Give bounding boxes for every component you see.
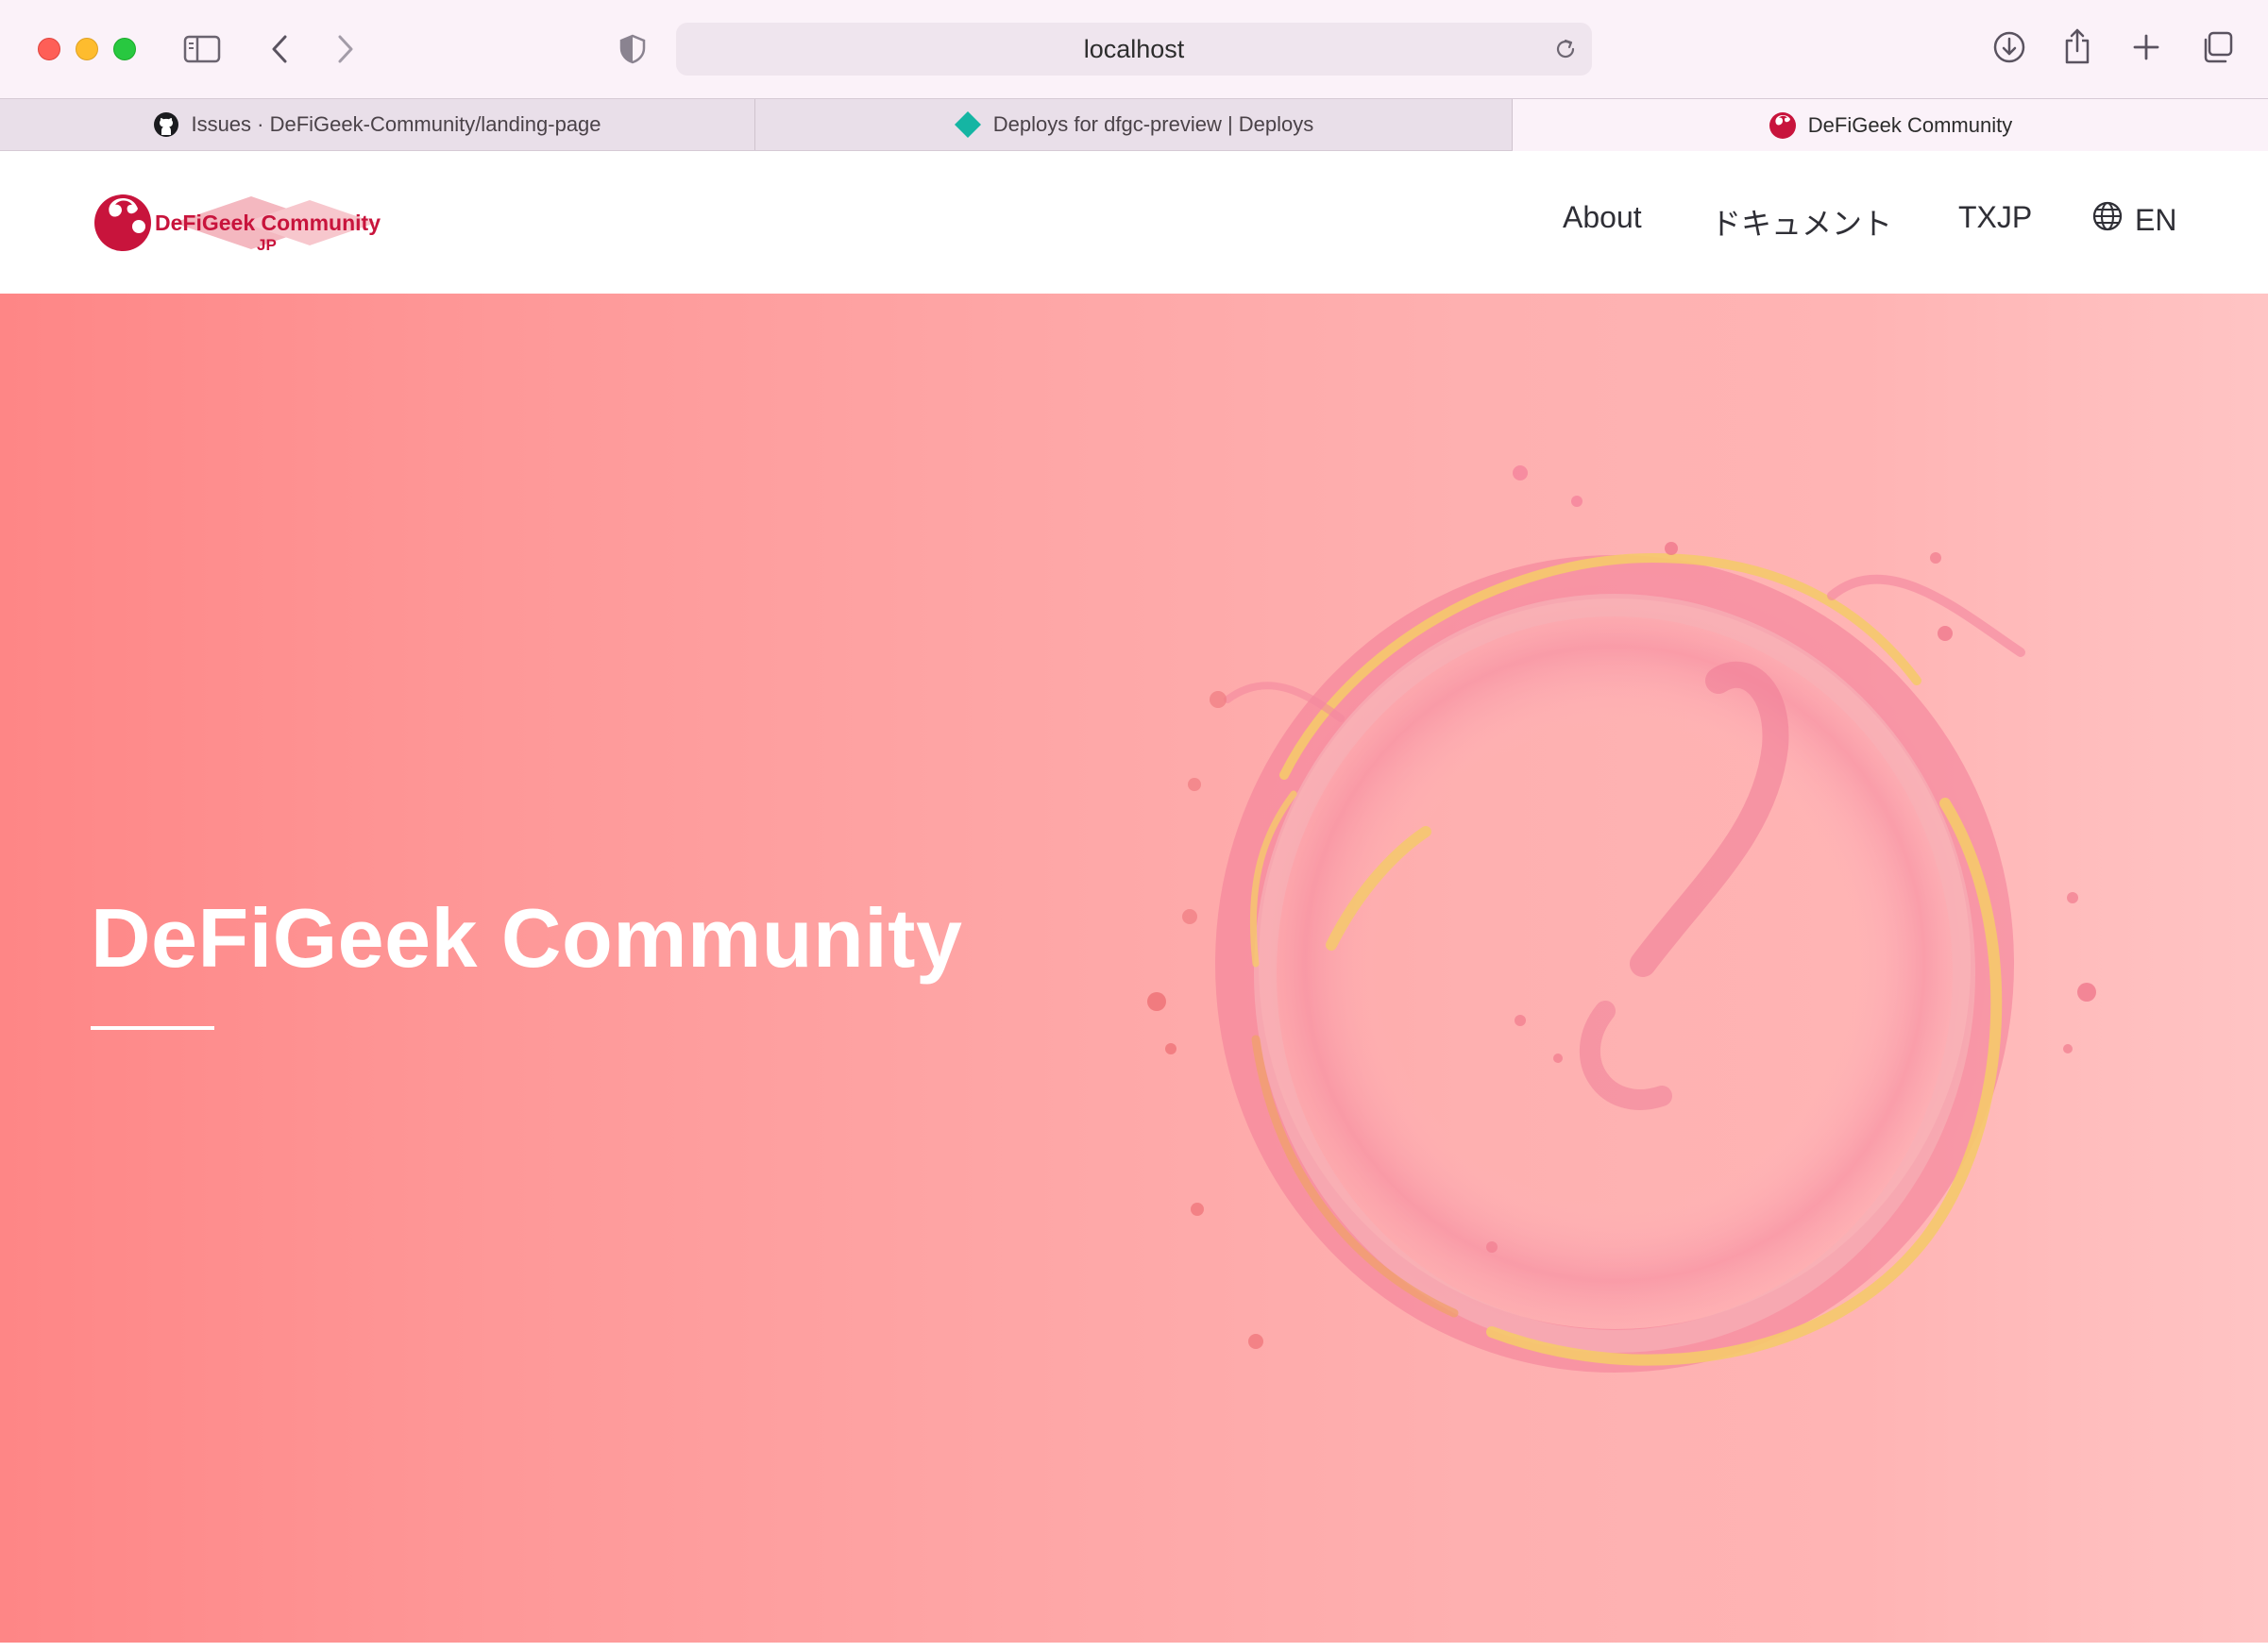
zoom-window-button[interactable] — [113, 38, 136, 60]
tab-netlify-deploys[interactable]: Deploys for dfgc-preview | Deploys — [755, 99, 1513, 150]
netlify-diamond-icon — [954, 110, 982, 139]
hero-title: DeFiGeek Community — [91, 891, 963, 985]
downloads-icon[interactable] — [1990, 28, 2028, 66]
tab-label: Issues · DeFiGeek-Community/landing-page — [191, 112, 601, 136]
nav-docs-link[interactable]: ドキュメント — [1711, 200, 1892, 244]
address-text: localhost — [1083, 34, 1185, 63]
nav-about-link[interactable]: About — [1563, 200, 1642, 235]
tab-label: DeFiGeek Community — [1807, 112, 2013, 137]
svg-text:DeFiGeek Community: DeFiGeek Community — [155, 211, 381, 235]
forward-icon[interactable] — [332, 32, 359, 66]
hero-section: DeFiGeek Community — [0, 294, 2268, 1643]
liquid-ring-illustration — [1147, 465, 2096, 1373]
minimize-window-button[interactable] — [76, 38, 98, 60]
globe-icon — [2091, 200, 2135, 240]
address-bar[interactable]: localhost — [676, 23, 1592, 76]
dfgc-favicon-icon — [1769, 111, 1797, 140]
privacy-shield-icon[interactable] — [618, 32, 648, 66]
close-window-button[interactable] — [38, 38, 60, 60]
reload-icon[interactable] — [1552, 36, 1579, 62]
back-icon[interactable] — [266, 32, 293, 66]
tab-github-issues[interactable]: Issues · DeFiGeek-Community/landing-page — [0, 99, 755, 150]
site-header: DeFiGeek Community JP About ドキュメント TXJP … — [0, 151, 2268, 294]
github-icon — [153, 111, 179, 138]
nav-txjp-link[interactable]: TXJP — [1958, 200, 2032, 235]
page-bottom-edge — [0, 1643, 2268, 1652]
language-selector[interactable]: EN — [2091, 200, 2176, 240]
tab-label: Deploys for dfgc-preview | Deploys — [992, 112, 1314, 136]
browser-toolbar: localhost — [0, 0, 2268, 98]
language-label: EN — [2135, 202, 2177, 237]
tab-defigeek-community[interactable]: DeFiGeek Community — [1513, 99, 2268, 151]
tab-overview-icon[interactable] — [2198, 28, 2236, 66]
svg-text:JP: JP — [257, 236, 277, 254]
new-tab-icon[interactable] — [2130, 30, 2162, 64]
hero-underline — [91, 1026, 214, 1030]
sidebar-toggle-icon[interactable] — [183, 32, 221, 66]
tab-bar: Issues · DeFiGeek-Community/landing-page… — [0, 98, 2268, 151]
site-logo[interactable]: DeFiGeek Community JP — [93, 191, 410, 257]
share-icon[interactable] — [2060, 26, 2094, 66]
